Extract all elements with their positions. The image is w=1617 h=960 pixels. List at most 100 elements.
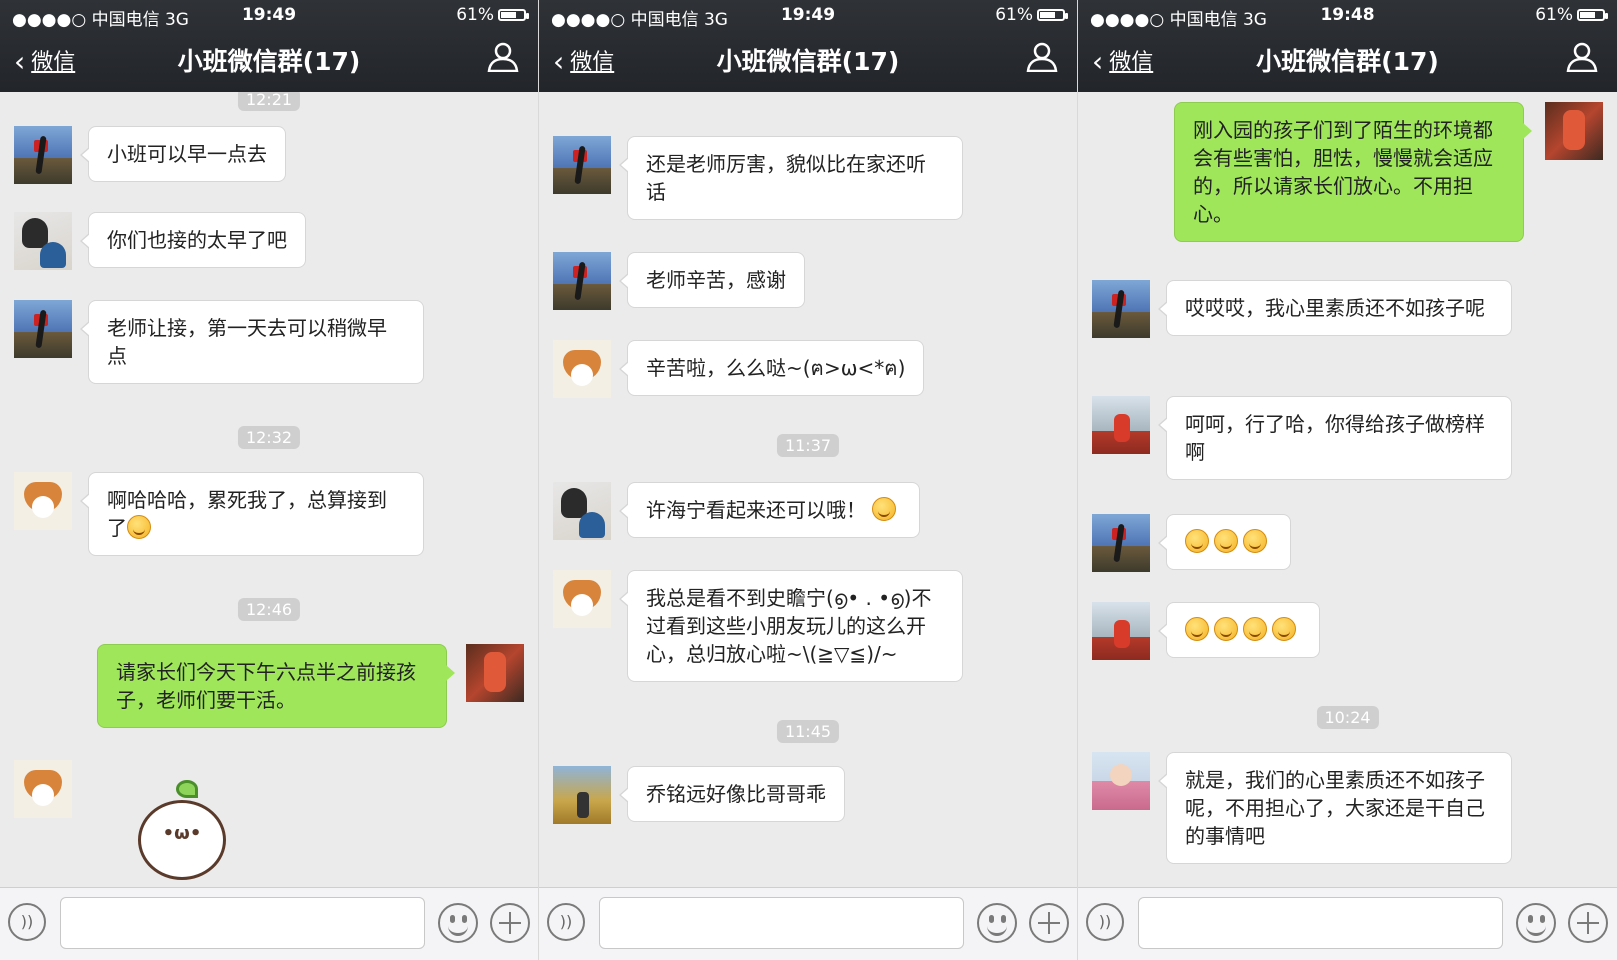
avatar[interactable] [553, 766, 611, 824]
timestamp: 12:32 [237, 426, 301, 449]
message-bubble[interactable]: 就是，我们的心里素质还不如孩子呢，不用担心了，大家还是干自己的事情吧 [1158, 752, 1512, 864]
battery-status: 61% [1535, 5, 1608, 25]
avatar[interactable] [1092, 752, 1150, 810]
grin-emoji-icon [127, 515, 151, 539]
chat-screen-3: ●●●●○ 中国电信 3G 19:48 61% ‹ 微信 小班微信群(17) 刚入… [1078, 0, 1617, 960]
battery-icon [1037, 9, 1068, 21]
leaf-icon [176, 780, 198, 798]
grin-emoji-icon [1243, 617, 1267, 641]
message-list[interactable]: 12:21 小班可以早一点去 你们也接的太早了吧 老师让接，第一天去可以稍微早点… [0, 92, 538, 888]
plus-icon[interactable] [1029, 903, 1069, 943]
message-bubble[interactable]: 还是老师厉害，貌似比在家还听话 [619, 136, 963, 220]
message-bubble[interactable]: 许海宁看起来还可以哦！ [618, 482, 921, 538]
avatar[interactable] [14, 300, 72, 358]
message-bubble[interactable]: 呵呵，行了哈，你得给孩子做榜样啊 [1158, 396, 1512, 480]
battery-percent: 61% [1535, 5, 1573, 25]
people-icon[interactable] [1565, 42, 1599, 72]
message-bubble[interactable]: 你们也接的太早了吧 [80, 212, 306, 268]
smile-icon[interactable] [438, 903, 478, 943]
message-input[interactable] [60, 897, 425, 949]
message-input[interactable] [599, 897, 964, 949]
nav-bar: ‹ 微信 小班微信群(17) [1078, 30, 1617, 92]
grin-emoji-icon [1214, 529, 1238, 553]
nav-bar: ‹ 微信 小班微信群(17) [0, 30, 538, 92]
battery-icon [498, 9, 529, 21]
battery-percent: 61% [995, 5, 1033, 25]
avatar[interactable] [1092, 514, 1150, 572]
message-list[interactable]: 还是老师厉害，貌似比在家还听话 老师辛苦，感谢 辛苦啦，么么哒~(ฅ>ω<*ฅ)… [539, 92, 1077, 888]
message-text: 许海宁看起来还可以哦！ [646, 498, 866, 522]
message-bubble[interactable]: 乔铭远好像比哥哥乖 [619, 766, 845, 822]
message-input[interactable] [1138, 897, 1503, 949]
nav-bar: ‹ 微信 小班微信群(17) [539, 30, 1077, 92]
chat-title: 小班微信群(17) [1256, 47, 1439, 76]
plus-icon[interactable] [490, 903, 530, 943]
top-bar: ●●●●○ 中国电信 3G 19:48 61% ‹ 微信 小班微信群(17) [1078, 0, 1617, 92]
message-bubble[interactable]: 小班可以早一点去 [80, 126, 286, 182]
status-bar: ●●●●○ 中国电信 3G 19:49 61% [0, 0, 538, 30]
avatar[interactable] [14, 126, 72, 184]
battery-icon [1577, 9, 1608, 21]
timestamp: 10:24 [1316, 706, 1379, 729]
avatar[interactable] [1092, 396, 1150, 454]
screenshot-collage: ●●●●○ 中国电信 3G 19:49 61% ‹ 微信 小班微信群(17) 12… [0, 0, 1617, 960]
chat-title: 小班微信群(17) [716, 47, 900, 76]
status-bar: ●●●●○ 中国电信 3G 19:49 61% [539, 0, 1077, 30]
grin-emoji-icon [872, 497, 897, 521]
people-icon[interactable] [1025, 42, 1059, 72]
battery-percent: 61% [456, 5, 494, 25]
avatar[interactable] [14, 760, 72, 818]
input-toolbar: )) [539, 887, 1077, 960]
avatar[interactable] [14, 472, 72, 530]
top-bar: ●●●●○ 中国电信 3G 19:49 61% ‹ 微信 小班微信群(17) [539, 0, 1077, 92]
voice-icon[interactable]: )) [547, 903, 585, 941]
avatar[interactable] [1545, 102, 1603, 160]
sticker[interactable]: •ω• [128, 780, 228, 880]
grin-emoji-icon [1214, 617, 1238, 641]
sticker-face-text: •ω• [162, 823, 202, 844]
chat-title: 小班微信群(17) [177, 47, 361, 76]
message-list[interactable]: 刚入园的孩子们到了陌生的环境都会有些害怕，胆怯，慢慢就会适应的，所以请家长们放心… [1078, 92, 1617, 888]
battery-status: 61% [456, 5, 529, 25]
people-icon[interactable] [486, 42, 520, 72]
timestamp: 11:45 [776, 720, 840, 743]
chat-screen-2: ●●●●○ 中国电信 3G 19:49 61% ‹ 微信 小班微信群(17) 还是… [539, 0, 1078, 960]
grin-emoji-icon [1185, 617, 1209, 641]
avatar[interactable] [1092, 280, 1150, 338]
emoji-message-bubble[interactable] [1158, 602, 1320, 658]
chat-screen-1: ●●●●○ 中国电信 3G 19:49 61% ‹ 微信 小班微信群(17) 12… [0, 0, 539, 960]
grin-emoji-icon [1185, 529, 1209, 553]
message-bubble[interactable]: 老师辛苦，感谢 [619, 252, 805, 308]
message-bubble[interactable]: 哎哎哎，我心里素质还不如孩子呢 [1158, 280, 1512, 336]
timestamp: 12:46 [237, 598, 301, 621]
message-bubble[interactable]: 啊哈哈哈，累死我了，总算接到了 [80, 472, 424, 556]
battery-status: 61% [995, 5, 1068, 25]
plus-icon[interactable] [1568, 903, 1608, 943]
avatar[interactable] [466, 644, 524, 702]
timestamp: 11:37 [776, 434, 840, 457]
message-bubble[interactable]: 老师让接，第一天去可以稍微早点 [80, 300, 424, 384]
outgoing-message-bubble[interactable]: 请家长们今天下午六点半之前接孩子，老师们要干活。 [97, 644, 455, 728]
grin-emoji-icon [1272, 617, 1296, 641]
sticker-face: •ω• [138, 800, 226, 880]
avatar[interactable] [553, 252, 611, 310]
input-toolbar: )) [1078, 887, 1617, 960]
avatar[interactable] [553, 570, 611, 628]
avatar[interactable] [553, 482, 611, 540]
timestamp: 12:21 [237, 92, 301, 111]
voice-icon[interactable]: )) [8, 903, 46, 941]
status-bar: ●●●●○ 中国电信 3G 19:48 61% [1078, 0, 1617, 30]
outgoing-message-bubble[interactable]: 刚入园的孩子们到了陌生的环境都会有些害怕，胆怯，慢慢就会适应的，所以请家长们放心… [1174, 102, 1532, 242]
avatar[interactable] [14, 212, 72, 270]
message-bubble[interactable]: 辛苦啦，么么哒~(ฅ>ω<*ฅ) [618, 340, 925, 396]
input-toolbar: )) [0, 887, 538, 960]
emoji-message-bubble[interactable] [1158, 514, 1291, 570]
avatar[interactable] [553, 340, 611, 398]
grin-emoji-icon [1243, 529, 1267, 553]
voice-icon[interactable]: )) [1086, 903, 1124, 941]
message-bubble[interactable]: 我总是看不到史瞻宁(൭• . •൭)不过看到这些小朋友玩儿的这么开心，总归放心啦… [619, 570, 963, 682]
smile-icon[interactable] [977, 903, 1017, 943]
smile-icon[interactable] [1516, 903, 1556, 943]
avatar[interactable] [553, 136, 611, 194]
avatar[interactable] [1092, 602, 1150, 660]
